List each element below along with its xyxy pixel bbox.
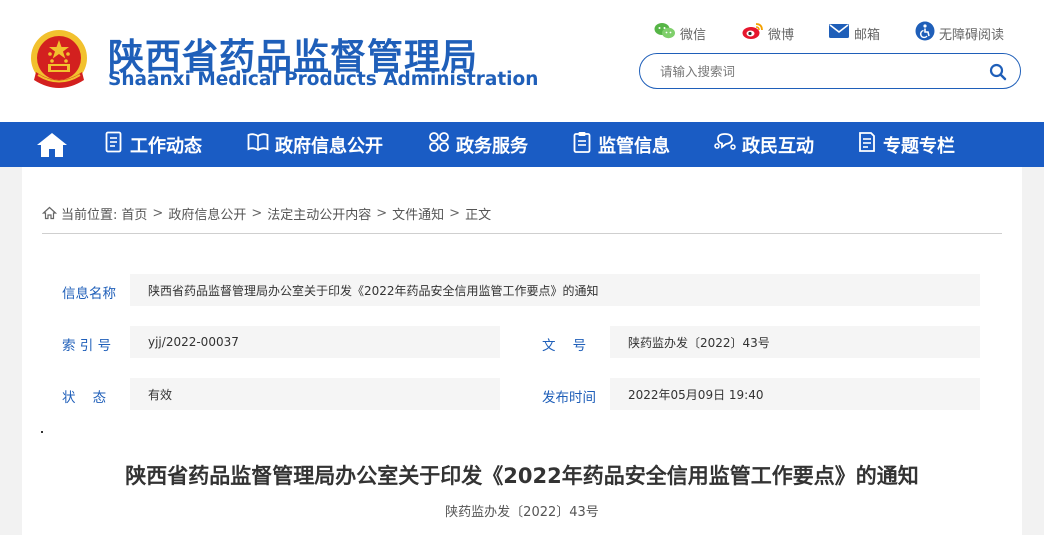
main-nav: 工作动态 政府信息公开 政务服务 监管信息 政民互动 专题专栏 [0, 122, 1044, 167]
info-date-label: 发布时间 [542, 390, 596, 406]
breadcrumb-legal-disclosure[interactable]: 法定主动公开内容 [267, 204, 371, 223]
wechat-link[interactable]: 微信 [654, 22, 706, 44]
breadcrumb: 当前位置: 首页 > 政府信息公开 > 法定主动公开内容 > 文件通知 > 正文 [42, 203, 491, 223]
weibo-label: 微博 [768, 27, 795, 43]
info-status-label: 状 态 [62, 390, 107, 406]
nav-item-label: 专题专栏 [883, 135, 955, 157]
breadcrumb-separator: > [376, 205, 388, 221]
site-subtitle-en: Shaanxi Medical Products Administration [108, 69, 539, 90]
nav-item-label: 监管信息 [598, 135, 670, 157]
accessibility-label: 无障碍阅读 [939, 27, 1005, 43]
nav-item-supervision[interactable]: 监管信息 [572, 122, 670, 167]
info-docno-label: 文 号 [542, 338, 587, 354]
mail-link[interactable]: 邮箱 [828, 22, 880, 44]
site-header: 陕西省药品监督管理局 Shaanxi Medical Products Admi… [0, 0, 1044, 122]
article-container: 当前位置: 首页 > 政府信息公开 > 法定主动公开内容 > 文件通知 > 正文… [22, 167, 1022, 535]
breadcrumb-gov-info[interactable]: 政府信息公开 [168, 204, 246, 223]
mail-label: 邮箱 [854, 27, 881, 43]
breadcrumb-home[interactable]: 首页 [121, 204, 147, 223]
mail-icon [828, 23, 854, 43]
nav-item-label: 工作动态 [130, 135, 202, 157]
chat-icon [714, 131, 742, 158]
nav-item-gov-services[interactable]: 政务服务 [428, 122, 528, 167]
document-list-icon [104, 131, 130, 158]
national-emblem-icon [28, 28, 90, 94]
home-outline-icon [42, 206, 57, 220]
breadcrumb-separator: > [152, 205, 164, 221]
stray-dot [41, 431, 43, 433]
notes-icon [857, 131, 883, 158]
nav-item-interaction[interactable]: 政民互动 [714, 122, 814, 167]
wechat-label: 微信 [680, 27, 707, 43]
article-doc-number: 陕药监办发〔2022〕43号 [445, 505, 599, 520]
article-title: 陕西省药品监督管理局办公室关于印发《2022年药品安全信用监管工作要点》的通知 [125, 464, 919, 488]
nav-item-label: 政民互动 [742, 135, 814, 157]
accessibility-link[interactable]: 无障碍阅读 [915, 21, 1005, 45]
clipboard-icon [572, 131, 598, 158]
search-box [639, 53, 1021, 89]
search-input[interactable] [660, 61, 970, 81]
nav-item-gov-info[interactable]: 政府信息公开 [247, 122, 383, 167]
nav-item-work-updates[interactable]: 工作动态 [104, 122, 202, 167]
info-docno-value: 陕药监办发〔2022〕43号 [610, 326, 980, 358]
book-icon [247, 132, 275, 157]
breadcrumb-separator: > [449, 205, 461, 221]
info-name-label: 信息名称 [62, 286, 116, 302]
wechat-icon [654, 22, 680, 44]
breadcrumb-notices[interactable]: 文件通知 [392, 204, 444, 223]
info-name-value: 陕西省药品监督管理局办公室关于印发《2022年药品安全信用监管工作要点》的通知 [130, 274, 980, 306]
nav-item-label: 政务服务 [456, 135, 528, 157]
info-status-value: 有效 [130, 378, 500, 410]
top-links: 微信 微博 邮箱 无障碍阅读 [650, 21, 1020, 45]
grid-icon [428, 131, 456, 158]
nav-item-special-topics[interactable]: 专题专栏 [857, 122, 955, 167]
breadcrumb-current: 正文 [465, 207, 492, 223]
breadcrumb-prefix: 当前位置: [61, 207, 118, 223]
info-date-value: 2022年05月09日 19:40 [610, 378, 980, 410]
info-index-value: yjj/2022-00037 [130, 326, 500, 358]
search-icon[interactable] [988, 62, 1008, 82]
nav-item-label: 政府信息公开 [275, 135, 383, 157]
breadcrumb-separator: > [251, 205, 263, 221]
breadcrumb-divider [42, 233, 1002, 234]
weibo-icon [742, 22, 768, 44]
info-index-label: 索 引 号 [62, 338, 112, 354]
weibo-link[interactable]: 微博 [742, 22, 794, 44]
accessibility-icon [915, 21, 939, 45]
home-icon[interactable] [34, 130, 70, 160]
